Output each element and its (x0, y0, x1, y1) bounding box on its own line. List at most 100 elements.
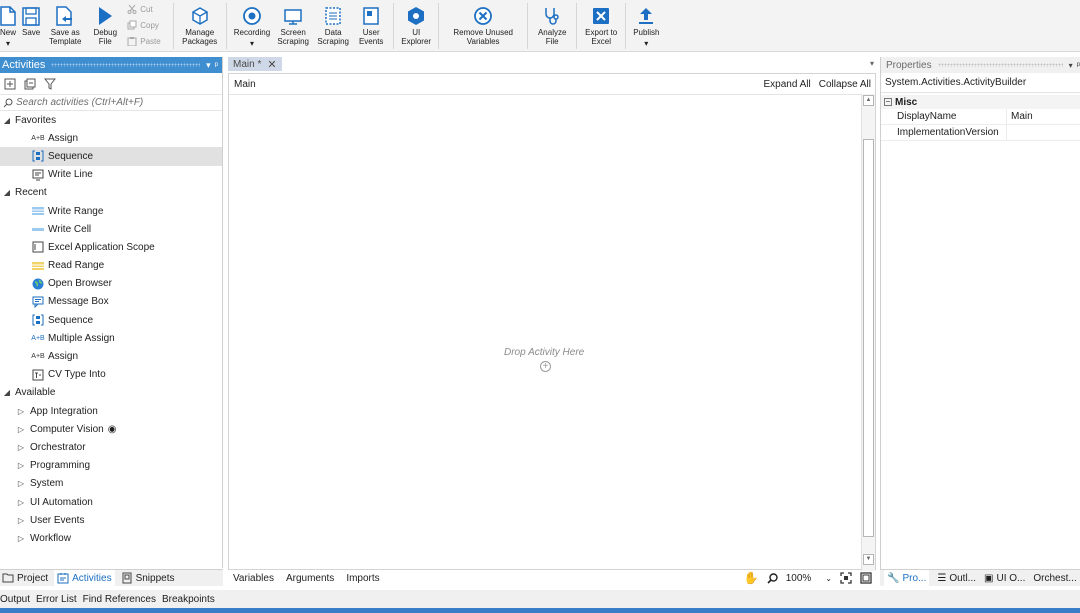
expand-arrow-icon: ▷ (17, 497, 25, 507)
activity-item[interactable]: Sequence (0, 147, 222, 166)
activity-item[interactable]: CV Type Into (0, 366, 222, 384)
remove-unused-variables-button[interactable]: Remove Unused Variables (443, 0, 523, 52)
manage-packages-button[interactable]: Manage Packages (178, 0, 222, 52)
tab-properties[interactable]: 🔧 Pro... (884, 570, 930, 586)
category-item[interactable]: ▷ App Integration (0, 402, 222, 420)
tab-project[interactable]: Project (2, 573, 48, 584)
property-row[interactable]: ImplementationVersion (881, 124, 1080, 141)
expand-all-link[interactable]: Expand All (763, 79, 810, 90)
scroll-thumb[interactable] (863, 139, 874, 537)
assign-icon: A+B (31, 353, 45, 361)
activity-item[interactable]: Write Cell (0, 220, 222, 238)
activity-item[interactable]: Excel Application Scope (0, 238, 222, 256)
activity-item[interactable]: Write Line (0, 166, 222, 184)
add-activity-icon[interactable]: + (540, 361, 551, 372)
activity-item[interactable]: Write Range (0, 202, 222, 220)
pin-icon[interactable]: ᵖ (1077, 60, 1080, 70)
tab-ui-objects[interactable]: ▣ UI O... (984, 573, 1025, 584)
cut-button[interactable]: Cut (127, 1, 160, 17)
filter-icon[interactable] (44, 78, 56, 90)
category-item[interactable]: ▷ Workflow (0, 529, 222, 547)
scroll-up-icon[interactable]: ▲ (863, 95, 874, 106)
tree-group-available[interactable]: ◢ Available (0, 384, 222, 402)
tab-orchestrator[interactable]: Orchest... (1033, 573, 1076, 584)
ui-explorer-button[interactable]: UI Explorer (398, 0, 434, 52)
breadcrumb[interactable]: Main (234, 79, 256, 90)
export-to-excel-button[interactable]: Export to Excel (581, 0, 621, 52)
collapse-all-icon[interactable] (24, 78, 36, 90)
publish-button[interactable]: Publish ▾ (630, 0, 662, 52)
category-item[interactable]: ▷ Computer Vision ◉ (0, 420, 222, 438)
pin-icon[interactable]: ᵖ (215, 60, 218, 70)
search-activities-input[interactable]: Search activities (Ctrl+Alt+F) (0, 95, 222, 111)
panel-dropdown-icon[interactable]: ▾ (206, 60, 211, 71)
save-button[interactable]: Save (19, 0, 43, 52)
property-category-misc[interactable]: − Misc (881, 95, 1080, 109)
paste-button[interactable]: Paste (127, 33, 161, 49)
category-item[interactable]: ▷ User Events (0, 511, 222, 529)
activity-item[interactable]: A+B Multiple Assign (0, 329, 222, 347)
wrench-icon: 🔧 (887, 572, 900, 584)
tab-output[interactable]: Output (0, 594, 30, 605)
activity-item[interactable]: Open Browser (0, 275, 222, 293)
arguments-tab[interactable]: Arguments (286, 573, 334, 584)
property-row[interactable]: DisplayName Main (881, 108, 1080, 125)
panel-dropdown-icon[interactable]: ▾ (1069, 61, 1073, 70)
analyze-file-button[interactable]: Analyze File (532, 0, 572, 52)
copy-button[interactable]: Copy (127, 17, 160, 33)
new-button[interactable]: New ▾ (0, 0, 19, 52)
hand-pan-icon[interactable]: ✋ (744, 571, 759, 585)
variables-tab[interactable]: Variables (233, 573, 274, 584)
save-as-template-button[interactable]: Save as Template (43, 0, 87, 52)
new-label: New (0, 28, 17, 37)
category-item[interactable]: ▷ System (0, 475, 222, 493)
scroll-down-icon[interactable]: ▼ (863, 554, 874, 565)
collapse-arrow-icon: ◢ (3, 115, 11, 125)
user-events-button[interactable]: User Events (353, 0, 389, 52)
activity-item[interactable]: A+B Assign (0, 347, 222, 365)
property-name: DisplayName (881, 108, 1007, 125)
tab-error-list[interactable]: Error List (36, 594, 77, 605)
tab-breakpoints[interactable]: Breakpoints (162, 594, 215, 605)
recording-button[interactable]: Recording ▾ (231, 0, 273, 52)
category-item[interactable]: ▷ Orchestrator (0, 438, 222, 456)
tab-find-references[interactable]: Find References (83, 594, 156, 605)
activity-item[interactable]: A+B Assign (0, 129, 222, 147)
vertical-scrollbar[interactable]: ▲ ▼ (861, 94, 875, 571)
document-tab-main[interactable]: Main * ✕ (228, 57, 282, 71)
property-value[interactable]: Main (1007, 111, 1033, 122)
expand-all-icon[interactable] (4, 78, 16, 90)
status-bar (0, 608, 1080, 613)
data-scraping-button[interactable]: Data Scraping (313, 0, 353, 52)
collapse-all-link[interactable]: Collapse All (819, 79, 871, 90)
tab-outline[interactable]: ☰ Outl... (937, 573, 976, 584)
export-to-excel-label: Export to Excel (585, 28, 618, 46)
activity-item[interactable]: Sequence (0, 311, 222, 329)
save-as-template-label: Save as Template (49, 28, 82, 46)
category-item[interactable]: ▷ Programming (0, 457, 222, 475)
close-tab-icon[interactable]: ✕ (267, 58, 276, 71)
zoom-select[interactable]: 100% ⌄ (786, 573, 832, 584)
tree-group-recent[interactable]: ◢ Recent (0, 184, 222, 202)
tab-activities[interactable]: Activities (54, 570, 115, 586)
chevron-down-icon: ⌄ (825, 573, 832, 583)
data-scraping-icon (325, 7, 341, 25)
tree-group-favorites[interactable]: ◢ Favorites (0, 111, 222, 129)
expand-arrow-icon: ▷ (17, 533, 25, 543)
debug-file-button[interactable]: Debug File (87, 0, 123, 52)
imports-tab[interactable]: Imports (346, 573, 379, 584)
zoom-search-icon[interactable] (767, 572, 778, 584)
overview-icon[interactable] (860, 572, 872, 584)
screen-scraping-button[interactable]: Screen Scraping (273, 0, 313, 52)
tab-snippets[interactable]: Snippets (121, 572, 175, 584)
tab-list-dropdown-icon[interactable]: ▾ (870, 59, 874, 68)
category-item[interactable]: ▷ UI Automation (0, 493, 222, 511)
sequence-icon (32, 150, 44, 162)
designer-canvas[interactable]: Main Expand All Collapse All Drop Activi… (228, 73, 876, 571)
ui-objects-icon: ▣ (984, 572, 994, 584)
excel-scope-icon (32, 241, 44, 253)
snippets-icon (122, 572, 132, 584)
activity-item[interactable]: Message Box (0, 293, 222, 311)
fit-to-screen-icon[interactable] (840, 572, 852, 584)
activity-item[interactable]: Read Range (0, 257, 222, 275)
